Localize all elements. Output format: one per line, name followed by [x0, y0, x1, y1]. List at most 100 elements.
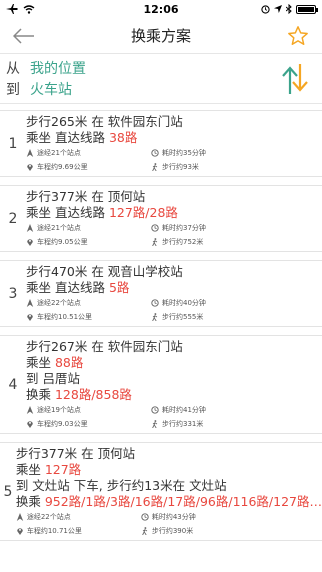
plan-card[interactable]: 4 步行267米 在 软件园东门站 乘坐 88路 到 吕厝站 换乘 128路/8…	[0, 335, 322, 434]
meta-walk: 步行约752米	[151, 237, 276, 247]
meta-walk: 步行约93米	[151, 162, 276, 172]
plan-transfer: 换乘 128路/858路	[26, 387, 322, 403]
favorite-button[interactable]	[284, 22, 312, 50]
route-lines: 从 我的位置 到 火车站	[6, 58, 278, 100]
plan-walk: 步行377米 在 顶何站	[15, 446, 136, 461]
back-arrow-icon	[13, 27, 34, 44]
plan-body: 步行470米 在 观音山学校站 乘坐 直达线路 5路 途经22个站点 耗时约40…	[26, 261, 322, 326]
transfer-prefix: 换乘	[15, 494, 45, 509]
to-prefix: 到	[6, 82, 20, 98]
location-arrow-icon	[274, 5, 282, 13]
meta-walk: 步行约331米	[151, 419, 276, 429]
transfer-line: 128路/858路	[54, 387, 132, 402]
plan-walk: 步行267米 在 软件园东门站	[26, 339, 183, 354]
walk-text: 步行约390米	[151, 527, 194, 535]
swap-button[interactable]	[278, 59, 312, 99]
pin-icon	[27, 421, 33, 428]
walking-icon	[152, 238, 158, 246]
plan-ride: 乘坐 直达线路 38路	[26, 130, 322, 146]
plan-card[interactable]: 3 步行470米 在 观音山学校站 乘坐 直达线路 5路 途经22个站点 耗时约…	[0, 260, 322, 327]
alarm-icon	[261, 4, 270, 14]
walk-text: 步行约93米	[162, 163, 199, 171]
meta-row: 车程约9.69公里 步行约93米	[26, 160, 322, 174]
stops-text: 途经21个站点	[37, 224, 81, 232]
ride-line: 5路	[108, 280, 130, 295]
from-prefix: 从	[6, 61, 20, 77]
meta-row: 车程约10.51公里 步行约555米	[26, 310, 322, 324]
walking-icon	[152, 313, 158, 321]
meta-time: 耗时约43分钟	[141, 512, 266, 522]
meta-distance: 车程约10.51公里	[26, 312, 151, 322]
stops-icon	[16, 513, 24, 521]
meta-stops: 途经22个站点	[26, 298, 151, 308]
walk-text: 步行约752米	[162, 238, 204, 246]
walking-icon	[152, 420, 158, 428]
stops-text: 途经22个站点	[37, 299, 81, 307]
from-place: 我的位置	[30, 61, 86, 77]
star-icon	[288, 25, 308, 45]
walking-icon	[142, 527, 148, 535]
meta-row: 途经22个站点 耗时约43分钟	[16, 510, 322, 524]
meta-stops: 途经19个站点	[26, 405, 151, 415]
time-text: 耗时约43分钟	[151, 513, 196, 521]
stops-icon	[26, 406, 34, 414]
meta-distance: 车程约10.71公里	[16, 526, 141, 536]
plan-body: 步行377米 在 顶何站 乘坐 直达线路 127路/28路 途经21个站点 耗时…	[26, 186, 322, 251]
meta-stops: 途经21个站点	[26, 223, 151, 233]
stops-text: 途经22个站点	[26, 513, 71, 521]
plans-list: 1 步行265米 在 软件园东门站 乘坐 直达线路 38路 途经21个站点 耗时…	[0, 104, 322, 541]
meta-time: 耗时约35分钟	[151, 148, 276, 158]
meta-time: 耗时约40分钟	[151, 298, 276, 308]
plan-transfer: 换乘 952路/1路/3路/16路/17路/96路/116路/127路…	[16, 494, 322, 510]
ride-line: 127路	[44, 462, 82, 477]
plan-walk: 步行265米 在 软件园东门站	[26, 114, 183, 129]
plan-transfer-at: 到 文灶站 下车, 步行约13米在 文灶站	[15, 478, 227, 493]
ride-prefix: 乘坐 直达线路	[26, 205, 109, 220]
battery-icon	[296, 4, 318, 14]
ride-line: 127路/28路	[108, 205, 178, 220]
ride-line: 88路	[54, 355, 84, 370]
plan-transfer-at: 到 吕厝站	[26, 371, 80, 386]
ride-prefix: 乘坐 直达线路	[26, 280, 109, 295]
meta-row: 车程约9.05公里 步行约752米	[26, 235, 322, 249]
time-text: 耗时约35分钟	[162, 149, 206, 157]
nav-bar: 换乘方案	[0, 18, 322, 54]
wifi-icon	[23, 4, 35, 14]
plan-ride: 乘坐 88路	[26, 355, 322, 371]
plan-card[interactable]: 2 步行377米 在 顶何站 乘坐 直达线路 127路/28路 途经21个站点 …	[0, 185, 322, 252]
time-text: 耗时约40分钟	[162, 299, 206, 307]
clock-icon	[151, 224, 159, 232]
stops-icon	[26, 224, 34, 232]
plan-ride: 乘坐 直达线路 5路	[26, 280, 322, 296]
walk-text: 步行约555米	[162, 313, 204, 321]
meta-row: 途经22个站点 耗时约40分钟	[26, 296, 322, 310]
swap-icon	[282, 63, 308, 94]
plan-index: 4	[8, 376, 18, 393]
plan-body: 步行377米 在 顶何站 乘坐 127路 到 文灶站 下车, 步行约13米在 文…	[16, 443, 322, 540]
clock-icon	[141, 513, 149, 521]
route-to[interactable]: 到 火车站	[6, 79, 278, 100]
meta-walk: 步行约390米	[141, 526, 266, 536]
meta-distance: 车程约9.69公里	[26, 162, 151, 172]
meta-row: 途经21个站点 耗时约37分钟	[26, 221, 322, 235]
walking-icon	[152, 163, 158, 171]
distance-text: 车程约9.03公里	[37, 420, 88, 428]
meta-walk: 步行约555米	[151, 312, 276, 322]
page-title: 换乘方案	[130, 27, 191, 45]
stops-text: 途经21个站点	[37, 149, 81, 157]
clock-icon	[151, 149, 159, 157]
plan-card[interactable]: 5 步行377米 在 顶何站 乘坐 127路 到 文灶站 下车, 步行约13米在…	[0, 442, 322, 541]
ride-line: 38路	[108, 130, 138, 145]
plan-index: 1	[8, 135, 18, 152]
plan-walk: 步行470米 在 观音山学校站	[26, 264, 183, 279]
stops-text: 途经19个站点	[37, 406, 81, 414]
bluetooth-icon	[286, 4, 292, 14]
plan-ride: 乘坐 直达线路 127路/28路	[26, 205, 322, 221]
transfer-line: 952路/1路/3路/16路/17路/96路/116路/127路…	[44, 494, 322, 509]
status-right	[261, 4, 318, 14]
plan-card[interactable]: 1 步行265米 在 软件园东门站 乘坐 直达线路 38路 途经21个站点 耗时…	[0, 110, 322, 177]
back-button[interactable]	[10, 22, 38, 50]
meta-row: 途经19个站点 耗时约41分钟	[26, 403, 322, 417]
to-place: 火车站	[30, 82, 72, 98]
route-from[interactable]: 从 我的位置	[6, 58, 278, 79]
